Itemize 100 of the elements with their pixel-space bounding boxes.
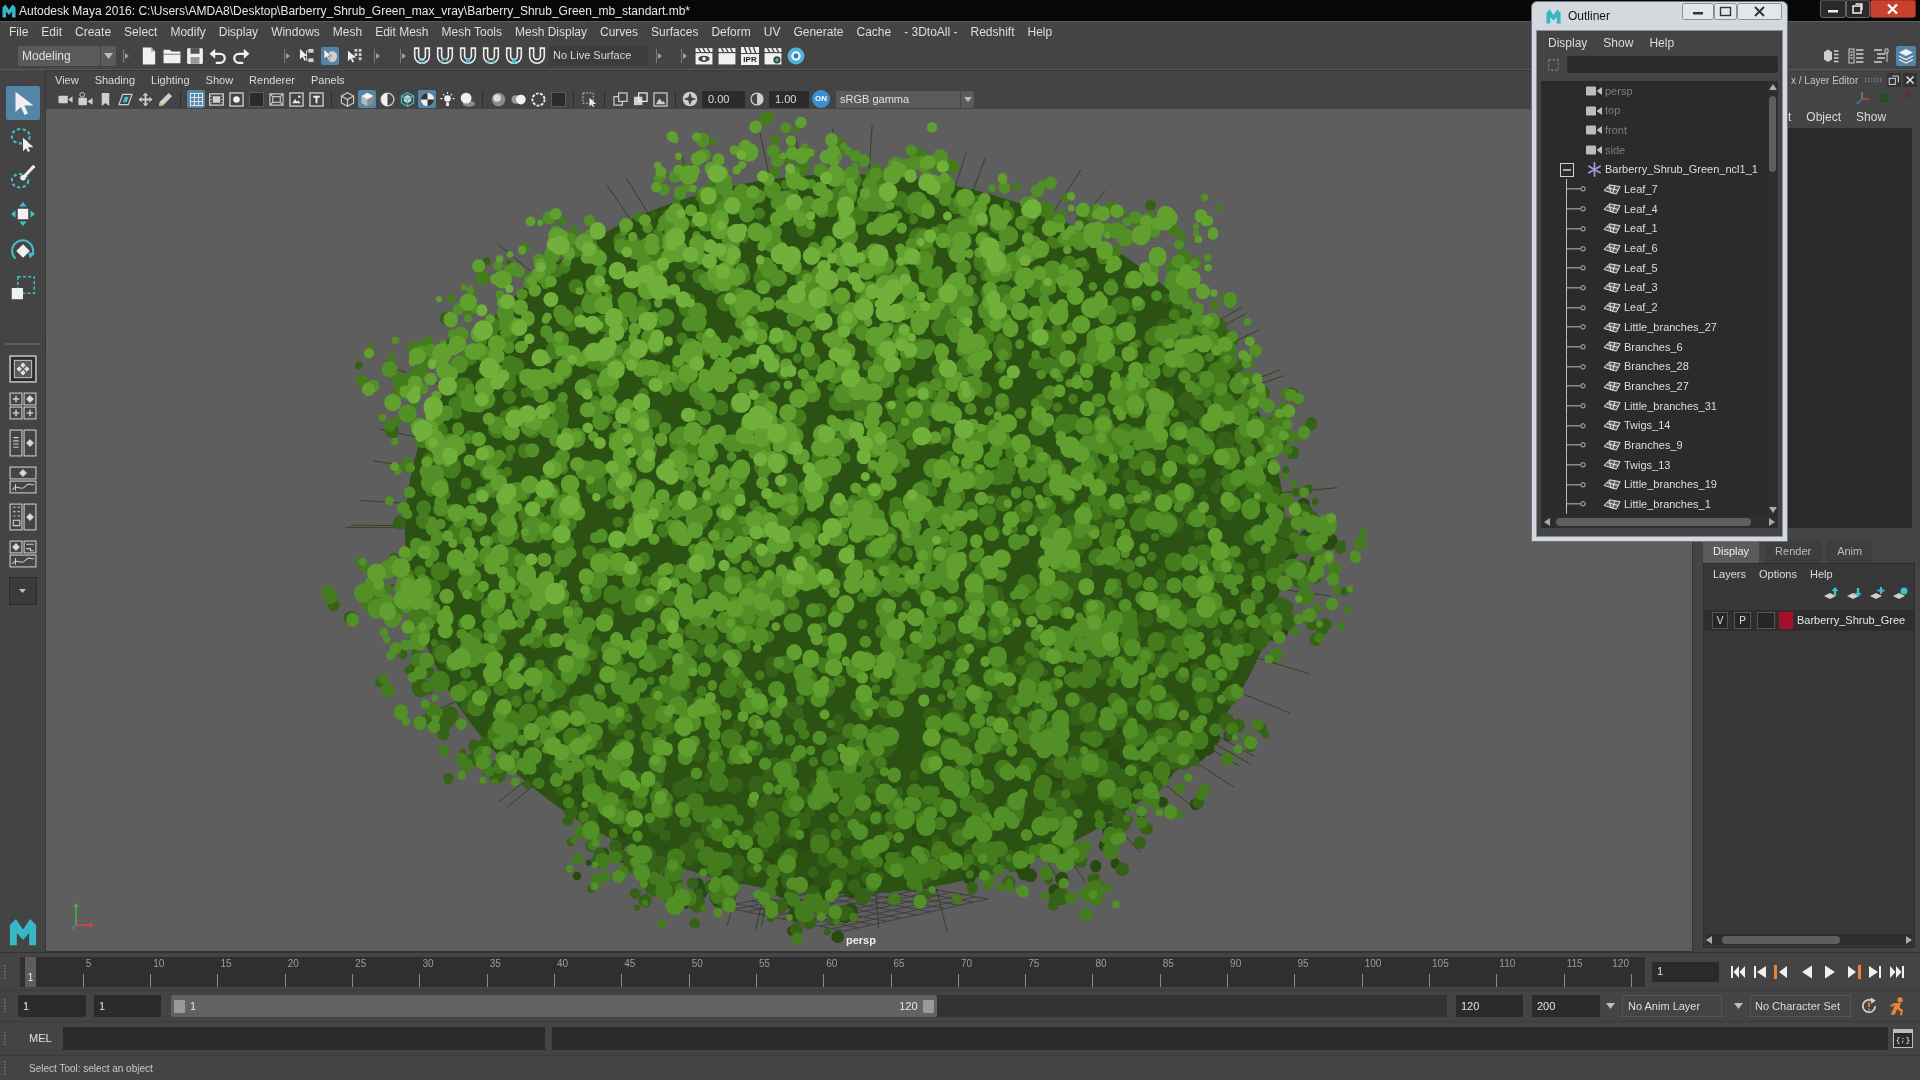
panel-menu-item[interactable]: Renderer [249,71,295,89]
layer-editor-tab[interactable]: Display [1703,540,1760,563]
menu-item[interactable]: Mesh Tools [441,23,502,41]
menu-item[interactable]: Redshift [970,23,1015,41]
panel-menu-item[interactable]: Object [1806,108,1842,126]
menu-item[interactable]: Generate [793,23,844,41]
clapperboard-gear-icon[interactable] [764,46,782,65]
script-editor-button[interactable]: {;} [1893,1029,1913,1048]
collapse-arrow-icon[interactable] [374,47,380,64]
aperture-icon[interactable] [682,91,698,107]
menu-item[interactable]: Display [218,23,259,41]
menu-item[interactable]: Cache [856,23,892,41]
minimize-icon[interactable] [1682,3,1714,20]
playhead[interactable]: 1 [25,956,36,987]
caret-icon[interactable] [1734,1003,1743,1009]
contrast-icon[interactable] [750,92,764,106]
range-slider-band[interactable] [171,995,937,1017]
time-slider-track[interactable]: 5 10 15 20 25 30 35 40 45 50 55 60 65 70 75 80 85 90 95 100 105 110 115 120 1 [20,956,1645,987]
menu-item[interactable]: - 3DtoAll - [904,23,958,41]
outliner-item[interactable]: Twigs_13 [1624,456,1671,474]
panel-menu-item[interactable]: Show [205,71,234,89]
menu-item[interactable]: File [9,23,29,41]
grip-icon[interactable] [4,1031,7,1046]
running-figure-icon[interactable] [1887,996,1906,1016]
key-step-back-icon[interactable] [1773,963,1789,980]
layer-editor-tab[interactable]: Anim [1827,540,1873,563]
menu-item[interactable]: Create [75,23,112,41]
outliner-item[interactable]: side [1605,141,1626,159]
grid-icon[interactable] [187,90,205,108]
select-frame-icon[interactable] [580,90,598,108]
skip-to-start-icon[interactable] [1730,963,1746,980]
layout-mixed-icon[interactable] [8,540,37,568]
current-frame-field[interactable]: 1 [1652,961,1719,982]
minimize-icon[interactable] [1820,0,1846,18]
outliner-menu-item[interactable]: Show [1603,34,1634,52]
outliner-item[interactable]: persp [1605,82,1633,100]
light-bulb-icon[interactable] [438,90,456,108]
exposure-field[interactable]: 0.00 [702,90,745,108]
start-frame-field[interactable]: 1 [18,995,86,1017]
layer-name[interactable]: Barberry_Shrub_Gree [1797,612,1906,629]
outliner-item[interactable]: Little_branches_1 [1624,496,1711,513]
cycle-arrow-icon[interactable] [1860,997,1878,1015]
step-forward-icon[interactable] [1867,963,1883,980]
scroll-left-icon[interactable] [1544,518,1550,526]
playback-start-field[interactable]: 1 [94,995,161,1017]
hierarchy-arrow-icon[interactable] [297,46,315,65]
shaded-cube-icon[interactable] [358,90,376,108]
collapse-arrow-icon[interactable] [123,47,129,64]
collapse-arrow-icon[interactable] [656,47,662,64]
skip-to-end-icon[interactable] [1889,963,1905,980]
maximize-icon[interactable] [1714,3,1737,20]
panel-menu-item[interactable]: Panels [310,71,345,89]
scroll-right-icon[interactable] [1906,935,1912,944]
camera-ring-icon[interactable] [76,90,94,108]
layer-menu-item[interactable]: Layers [1713,565,1747,583]
outliner-menu-item[interactable]: Help [1649,34,1675,52]
outliner-item[interactable]: Branches_9 [1624,436,1683,454]
image-icon[interactable] [651,90,669,108]
range-slider-track[interactable]: 1 120 [171,995,1447,1017]
layout-column-icon[interactable] [8,503,37,531]
cube-outline-icon[interactable] [398,90,416,108]
outliner-item[interactable]: Branches_28 [1624,358,1689,375]
magnet-curve-icon[interactable] [436,46,454,65]
nested-frame-icon[interactable] [267,90,285,108]
collapse-arrow-icon[interactable] [400,47,406,64]
menu-item[interactable]: UV [763,23,781,41]
outliner-item[interactable]: Barberry_Shrub_Green_ncl1_1 [1605,161,1758,178]
outliner-item[interactable]: Branches_6 [1624,338,1683,356]
layer-dot-icon[interactable] [1892,586,1908,602]
overlapping-squares-icon[interactable] [611,90,629,108]
sphere-shadow-icon[interactable] [458,90,476,108]
panel-menu-item[interactable]: View [55,71,79,89]
menu-item[interactable]: Select [124,23,158,41]
scroll-right-icon[interactable] [1769,518,1775,526]
outliner-item[interactable]: Leaf_4 [1624,200,1658,218]
scroll-up-icon[interactable] [1768,84,1777,90]
scrollbar-thumb[interactable] [1769,96,1776,172]
layers-icon[interactable] [1896,45,1916,66]
command-input[interactable] [63,1027,545,1050]
caret-icon[interactable] [19,589,26,593]
shaded-sphere-icon[interactable] [489,90,507,108]
menu-item[interactable]: Edit Mesh [375,23,429,41]
scrollbar-thumb[interactable] [1556,518,1751,526]
outliner-item[interactable]: top [1605,102,1621,119]
search-field[interactable] [1567,56,1778,73]
outliner-menu-item[interactable]: Display [1548,34,1588,52]
outliner-item[interactable]: Leaf_6 [1624,240,1658,257]
blank-toggle[interactable] [1757,612,1775,629]
caret-icon[interactable] [1606,1003,1615,1009]
image-frame-icon[interactable] [287,90,305,108]
collapse-arrow-icon[interactable] [681,47,687,64]
menu-item[interactable]: Windows [271,23,320,41]
redo-icon[interactable] [232,46,250,65]
half-circle-icon[interactable] [378,90,396,108]
restore-icon[interactable] [1846,0,1870,18]
layer-plus-icon[interactable] [1869,586,1885,602]
magnet-point-icon[interactable] [459,46,477,65]
list-icon[interactable] [1846,45,1866,66]
grip-dots-icon[interactable] [1865,78,1883,82]
panel-menu-item[interactable]: Lighting [151,71,190,89]
